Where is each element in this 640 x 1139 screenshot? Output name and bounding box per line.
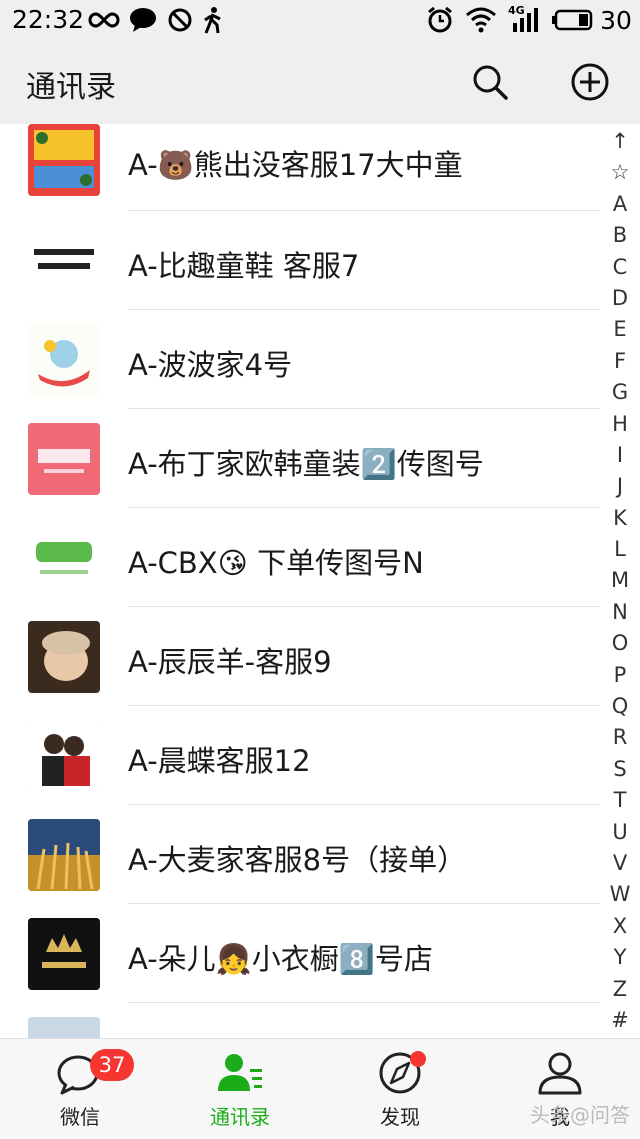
add-button[interactable] (568, 60, 612, 104)
index-letter[interactable]: A (606, 189, 634, 220)
index-letter[interactable]: E (606, 314, 634, 345)
avatar (28, 918, 100, 990)
tab-label: 微信 (60, 1105, 100, 1129)
page-title: 通讯录 (26, 70, 116, 105)
contact-row[interactable]: A-🐻熊出没客服17大中童 (0, 124, 600, 211)
index-letter[interactable]: L (606, 534, 634, 565)
contact-name: A-大麦家客服8号（接单） (128, 843, 467, 877)
index-letter[interactable]: X (606, 911, 634, 942)
tab-label: 发现 (380, 1105, 420, 1129)
contact-name: A-布丁家欧韩童装2️⃣传图号 (128, 447, 484, 481)
battery-icon (552, 6, 594, 34)
index-letter[interactable]: T (606, 785, 634, 816)
tab-bar: 37 微信 通讯录 发现 我 头条@问答 (0, 1038, 640, 1139)
index-letter[interactable]: R (606, 722, 634, 753)
search-icon (473, 65, 508, 100)
avatar (28, 621, 100, 693)
index-letter[interactable]: ↑ (606, 126, 634, 157)
avatar (28, 1017, 100, 1038)
chat-bubble-icon (128, 6, 158, 34)
infinity-icon (88, 6, 120, 34)
contact-row[interactable]: A-朵儿👧小衣橱8️⃣号店 (0, 904, 600, 1003)
tab-contacts[interactable]: 通讯录 (160, 1039, 320, 1139)
contact-name: A-🐻熊出没客服17大中童 (128, 148, 463, 182)
contact-name: A-朵儿👧小衣橱8️⃣号店 (128, 942, 433, 976)
contact-list[interactable]: A-🐻熊出没客服17大中童 A-比趣童鞋 客服7 A-波波家4号 A-布丁家欧韩… (0, 124, 600, 1038)
unread-badge: 37 (90, 1049, 134, 1081)
network-type: 4G (508, 4, 525, 17)
status-bar: 22:32 4G 30 (0, 0, 640, 40)
contact-row[interactable]: A-布丁家欧韩童装2️⃣传图号 (0, 409, 600, 508)
alphabet-index[interactable]: ↑ ☆ A B C D E F G H I J K L M N O P Q R … (606, 126, 634, 1036)
contact-name: A-CBX😘 下单传图号N (128, 546, 424, 580)
walking-icon (200, 6, 226, 34)
plus-circle-icon (571, 63, 609, 101)
contact-name: A-波波家4号 (128, 348, 293, 382)
tab-chats[interactable]: 37 微信 (0, 1039, 160, 1139)
contact-row[interactable]: A-晨蝶客服12 (0, 706, 600, 805)
contact-name: A-晨蝶客服12 (128, 744, 311, 778)
contact-row[interactable]: A-比趣童鞋 客服7 (0, 211, 600, 310)
status-time: 22:32 (12, 5, 85, 34)
index-letter[interactable]: ☆ (606, 157, 634, 188)
avatar (28, 225, 100, 297)
avatar (28, 423, 100, 495)
search-button[interactable] (468, 60, 512, 104)
index-letter[interactable]: O (606, 628, 634, 659)
index-letter[interactable]: # (606, 1005, 634, 1036)
index-letter[interactable]: S (606, 754, 634, 785)
index-letter[interactable]: P (606, 660, 634, 691)
index-letter[interactable]: G (606, 377, 634, 408)
contact-row[interactable]: A-辰辰羊-客服9 (0, 607, 600, 706)
header: 通讯录 (0, 40, 640, 124)
index-letter[interactable]: J (606, 471, 634, 502)
tab-discover[interactable]: 发现 (320, 1039, 480, 1139)
avatar (28, 819, 100, 891)
index-letter[interactable]: K (606, 503, 634, 534)
wifi-icon (464, 6, 498, 34)
contact-row[interactable]: A-大麦家客服8号（接单） (0, 805, 600, 904)
index-letter[interactable]: Y (606, 942, 634, 973)
avatar (28, 522, 100, 594)
tab-label: 通讯录 (210, 1105, 270, 1129)
index-letter[interactable]: V (606, 848, 634, 879)
avatar (28, 324, 100, 396)
index-letter[interactable]: U (606, 817, 634, 848)
index-letter[interactable]: Z (606, 974, 634, 1005)
contact-row[interactable] (0, 1003, 600, 1038)
index-letter[interactable]: D (606, 283, 634, 314)
avatar (28, 124, 100, 196)
do-not-disturb-icon (166, 6, 194, 34)
index-letter[interactable]: M (606, 565, 634, 596)
signal-icon: 4G (506, 4, 542, 34)
index-letter[interactable]: Q (606, 691, 634, 722)
index-letter[interactable]: I (606, 440, 634, 471)
new-dot (410, 1051, 426, 1067)
person-icon (538, 1052, 582, 1095)
index-letter[interactable]: H (606, 409, 634, 440)
alarm-icon (426, 6, 454, 34)
index-letter[interactable]: N (606, 597, 634, 628)
index-letter[interactable]: C (606, 252, 634, 283)
contact-name: A-辰辰羊-客服9 (128, 645, 332, 679)
contact-row[interactable]: A-CBX😘 下单传图号N (0, 508, 600, 607)
avatar (28, 720, 100, 792)
watermark: 头条@问答 (530, 1103, 630, 1127)
index-letter[interactable]: B (606, 220, 634, 251)
contacts-icon (218, 1054, 262, 1091)
contact-row[interactable]: A-波波家4号 (0, 310, 600, 409)
index-letter[interactable]: W (606, 879, 634, 910)
battery-level: 30 (600, 5, 632, 35)
index-letter[interactable]: F (606, 346, 634, 377)
contact-name: A-比趣童鞋 客服7 (128, 249, 360, 283)
